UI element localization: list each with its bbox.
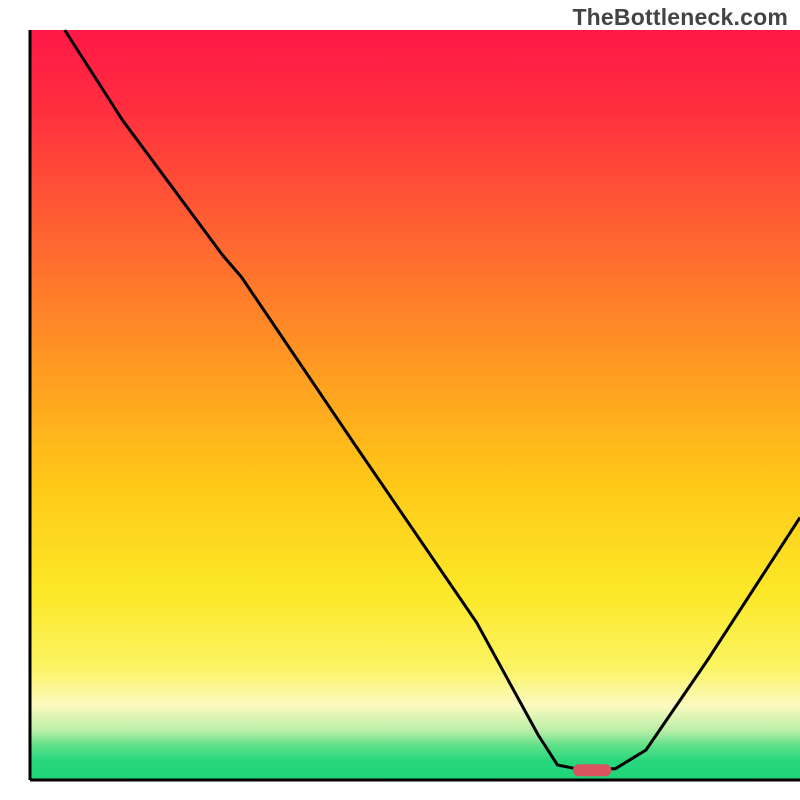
optimal-marker <box>573 764 612 776</box>
watermark-text: TheBottleneck.com <box>572 4 788 31</box>
bottleneck-chart <box>0 0 800 800</box>
chart-container: TheBottleneck.com <box>0 0 800 800</box>
gradient-background <box>30 30 800 780</box>
